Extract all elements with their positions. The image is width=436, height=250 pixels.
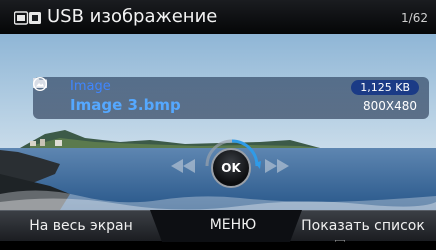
- show-list-button[interactable]: Показать список: [290, 210, 436, 242]
- image-counter: 1/62: [401, 11, 428, 25]
- file-info-panel: Image Image 3.bmp 1,125 KB 800X480: [33, 77, 429, 119]
- footer-strip: [0, 242, 436, 250]
- rewind-icon[interactable]: [170, 158, 196, 174]
- usb-icon: [14, 11, 41, 25]
- fast-forward-icon[interactable]: [264, 158, 290, 174]
- image-file-icon: [33, 77, 47, 91]
- file-size-badge: 1,125 KB: [351, 80, 419, 95]
- menu-button[interactable]: МЕНЮ: [166, 210, 300, 240]
- fullscreen-button[interactable]: На весь экран: [0, 210, 162, 242]
- ok-label: OK: [221, 161, 241, 175]
- folder-name: Image: [70, 79, 111, 94]
- image-resolution: 800X480: [362, 99, 417, 113]
- title-bar: USB изображение 1/62: [0, 0, 436, 35]
- file-name: Image 3.bmp: [70, 96, 181, 114]
- page-title: USB изображение: [47, 6, 218, 27]
- bottom-menu-bar: На весь экран МЕНЮ Показать список: [0, 210, 436, 242]
- usb-image-viewer: USB изображение 1/62 Image Image 3.bmp 1…: [0, 0, 436, 250]
- ok-button[interactable]: OK: [211, 148, 251, 188]
